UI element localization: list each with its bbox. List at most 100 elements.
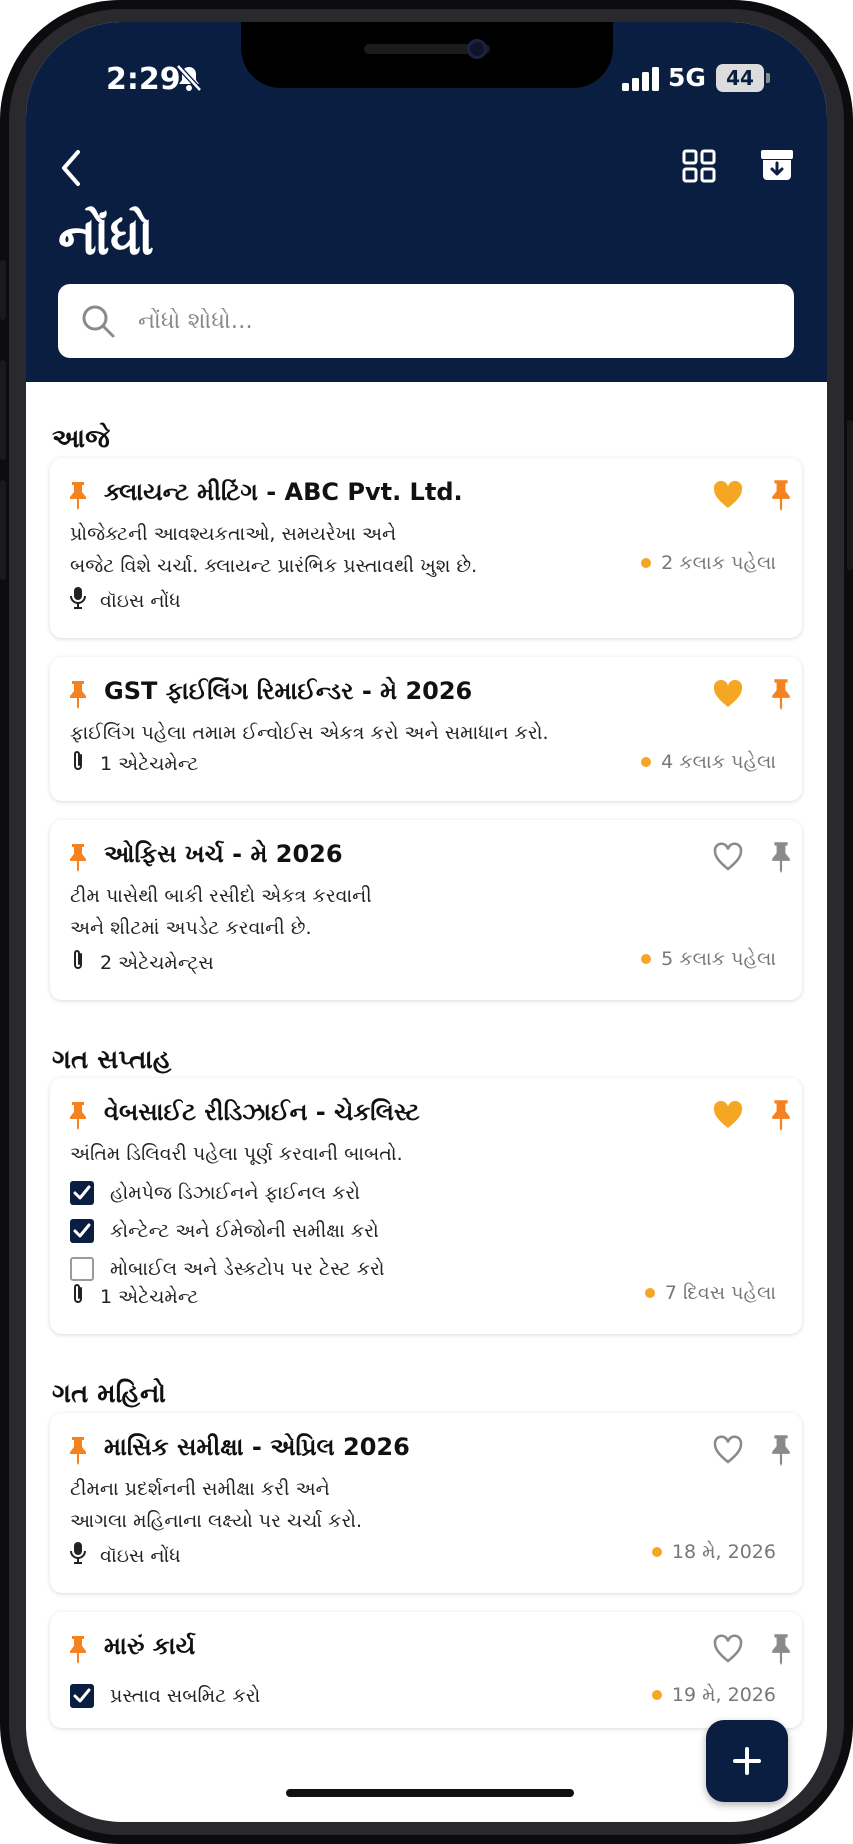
note-title: GST ફાઈલિંગ રિમાઈન્ડર - મે 2026: [104, 677, 473, 705]
search-bar[interactable]: [58, 284, 794, 358]
plus-icon: [733, 1747, 761, 1775]
note-card[interactable]: વેબસાઈટ રીડિઝાઈન - ચેકલિસ્ટ અંતિમ ડિલિવરી…: [50, 1078, 802, 1334]
status-dot: [644, 1288, 655, 1298]
status-dot: [641, 558, 652, 568]
back-arrow-icon[interactable]: [54, 148, 88, 188]
paperclip-icon: [70, 749, 86, 778]
timestamp-text: 18 મે, 2026: [671, 1541, 776, 1563]
volume-up-button: [0, 360, 6, 460]
pin-toggle-icon[interactable]: [770, 677, 792, 710]
section-title: ગત મહિનો: [52, 1379, 166, 1409]
archive-icon[interactable]: [760, 146, 794, 182]
note-title: ઓફિસ ખર્ચ - મે 2026: [104, 840, 343, 868]
note-description: ફાઈલિંગ પહેલા તમામ ઈન્વોઈસ એકત્ર કરો અને…: [70, 722, 549, 744]
timestamp-text: 2 કલાક પહેલા: [661, 552, 776, 574]
note-title: માસિક સમીક્ષા - એપ્રિલ 2026: [104, 1433, 410, 1461]
note-timestamp: 7 દિવસ પહેલા: [644, 1282, 776, 1304]
note-card[interactable]: મારું કાર્ય પ્રસ્તાવ સબમિટ કરો 19 મે, 2026: [50, 1612, 802, 1728]
dynamic-island: [241, 22, 613, 88]
power-button: [847, 420, 853, 570]
attachment-label: 2 એટેચમેન્ટ્સ: [100, 951, 214, 974]
note-timestamp: 2 કલાક પહેલા: [641, 552, 776, 574]
attachment-label: વૉઇસ નોંધ: [100, 589, 181, 612]
note-description: ટીમ પાસેથી બાકી રસીદો એકત્ર કરવાની: [70, 885, 372, 907]
attachment-label: 1 એટેચમેન્ટ: [100, 1285, 199, 1308]
pin-icon: [68, 1435, 88, 1465]
add-note-button[interactable]: [706, 1720, 788, 1802]
pin-toggle-icon[interactable]: [770, 1632, 792, 1665]
note-description: અંતિમ ડિલિવરી પહેલા પૂર્ણ કરવાની બાબતો.: [70, 1143, 403, 1165]
note-card[interactable]: ઓફિસ ખર્ચ - મે 2026 ટીમ પાસેથી બાકી રસીદો…: [50, 820, 802, 1000]
bell-slash-icon: [176, 64, 202, 92]
mic-icon: [70, 586, 86, 615]
pin-icon: [68, 480, 88, 510]
timestamp-text: 5 કલાક પહેલા: [661, 948, 776, 970]
note-attachment[interactable]: 1 એટેચમેન્ટ: [70, 749, 198, 778]
note-description: બજેટ વિશે ચર્ચા. ક્લાયન્ટ પ્રારંભિક પ્રસ…: [70, 555, 478, 577]
note-timestamp: 18 મે, 2026: [651, 1541, 776, 1563]
status-dot: [641, 954, 652, 964]
heart-filled-icon[interactable]: [712, 480, 744, 510]
action-button: [0, 260, 6, 320]
note-description: આગલા મહિનાના લક્ષ્યો પર ચર્ચા કરો.: [70, 1510, 363, 1532]
timestamp-text: 7 દિવસ પહેલા: [664, 1282, 776, 1304]
pin-icon: [68, 842, 88, 872]
heart-outline-icon[interactable]: [712, 1634, 744, 1664]
checkbox[interactable]: [70, 1219, 94, 1243]
page-title: નોંધો: [58, 207, 154, 267]
pin-icon: [68, 679, 88, 709]
note-title: મારું કાર્ય: [104, 1632, 196, 1660]
checklist-item[interactable]: મોબાઈલ અને ડેસ્કટોપ પર ટેસ્ટ કરો: [70, 1257, 385, 1281]
grid-view-icon[interactable]: [681, 148, 717, 184]
front-camera: [467, 39, 487, 59]
status-time: 2:29: [106, 62, 181, 97]
pin-toggle-icon[interactable]: [770, 478, 792, 511]
checklist-text: મોબાઈલ અને ડેસ્કટોપ પર ટેસ્ટ કરો: [110, 1258, 385, 1280]
home-indicator: [286, 1789, 574, 1797]
checklist-item[interactable]: પ્રસ્તાવ સબમિટ કરો: [70, 1684, 260, 1708]
note-attachment[interactable]: 1 એટેચમેન્ટ: [70, 1282, 198, 1311]
note-attachment[interactable]: વૉઇસ નોંધ: [70, 1541, 181, 1570]
pin-toggle-icon[interactable]: [770, 1098, 792, 1131]
pin-icon: [68, 1634, 88, 1664]
app-header: 2:29 5G 44 નોંધો નોંધો શોધો...: [26, 22, 827, 382]
note-card[interactable]: ક્લાયન્ટ મીટિંગ - ABC Pvt. Ltd. પ્રોજેક્ટ…: [50, 458, 802, 638]
volume-down-button: [0, 480, 6, 580]
search-icon: [82, 305, 115, 338]
timestamp-text: 4 કલાક પહેલા: [661, 751, 776, 773]
heart-filled-icon[interactable]: [712, 679, 744, 709]
attachment-label: 1 એટેચમેન્ટ: [100, 752, 199, 775]
note-attachment[interactable]: 2 એટેચમેન્ટ્સ: [70, 948, 214, 977]
checklist-text: પ્રસ્તાવ સબમિટ કરો: [110, 1685, 261, 1707]
section-title: આજે: [52, 424, 110, 454]
note-timestamp: 19 મે, 2026: [651, 1684, 776, 1706]
checklist-item[interactable]: કોન્ટેન્ટ અને ઈમેજોની સમીક્ષા કરો: [70, 1219, 379, 1243]
checklist-text: હોમપેજ ડિઝાઈનને ફાઈનલ કરો: [110, 1182, 360, 1204]
section-title: ગત સપ્તાહ: [52, 1045, 172, 1075]
paperclip-icon: [70, 1282, 86, 1311]
signal-icon: [622, 67, 659, 91]
screen: 2:29 5G 44 નોંધો નોંધો શોધો... આજે ક્લાય…: [26, 22, 827, 1822]
network-label: 5G: [668, 63, 706, 92]
pin-toggle-icon[interactable]: [770, 1433, 792, 1466]
checkbox[interactable]: [70, 1684, 94, 1708]
heart-outline-icon[interactable]: [712, 842, 744, 872]
note-attachment[interactable]: વૉઇસ નોંધ: [70, 586, 181, 615]
checklist-item[interactable]: હોમપેજ ડિઝાઈનને ફાઈનલ કરો: [70, 1181, 360, 1205]
note-description: પ્રોજેક્ટની આવશ્યકતાઓ, સમયરેખા અને: [70, 523, 397, 545]
phone-frame: 2:29 5G 44 નોંધો નોંધો શોધો... આજે ક્લાય…: [0, 0, 853, 1844]
note-timestamp: 5 કલાક પહેલા: [641, 948, 776, 970]
checkbox[interactable]: [70, 1181, 94, 1205]
checkbox[interactable]: [70, 1257, 94, 1281]
note-timestamp: 4 કલાક પહેલા: [641, 751, 776, 773]
mic-icon: [70, 1541, 86, 1570]
heart-filled-icon[interactable]: [712, 1100, 744, 1130]
timestamp-text: 19 મે, 2026: [671, 1684, 776, 1706]
heart-outline-icon[interactable]: [712, 1435, 744, 1465]
note-title: વેબસાઈટ રીડિઝાઈન - ચેકલિસ્ટ: [104, 1098, 420, 1126]
note-card[interactable]: માસિક સમીક્ષા - એપ્રિલ 2026 ટીમના પ્રદર્શ…: [50, 1413, 802, 1593]
pin-toggle-icon[interactable]: [770, 840, 792, 873]
status-dot: [641, 757, 652, 767]
search-input[interactable]: [138, 298, 758, 344]
note-card[interactable]: GST ફાઈલિંગ રિમાઈન્ડર - મે 2026 ફાઈલિંગ પ…: [50, 657, 802, 801]
